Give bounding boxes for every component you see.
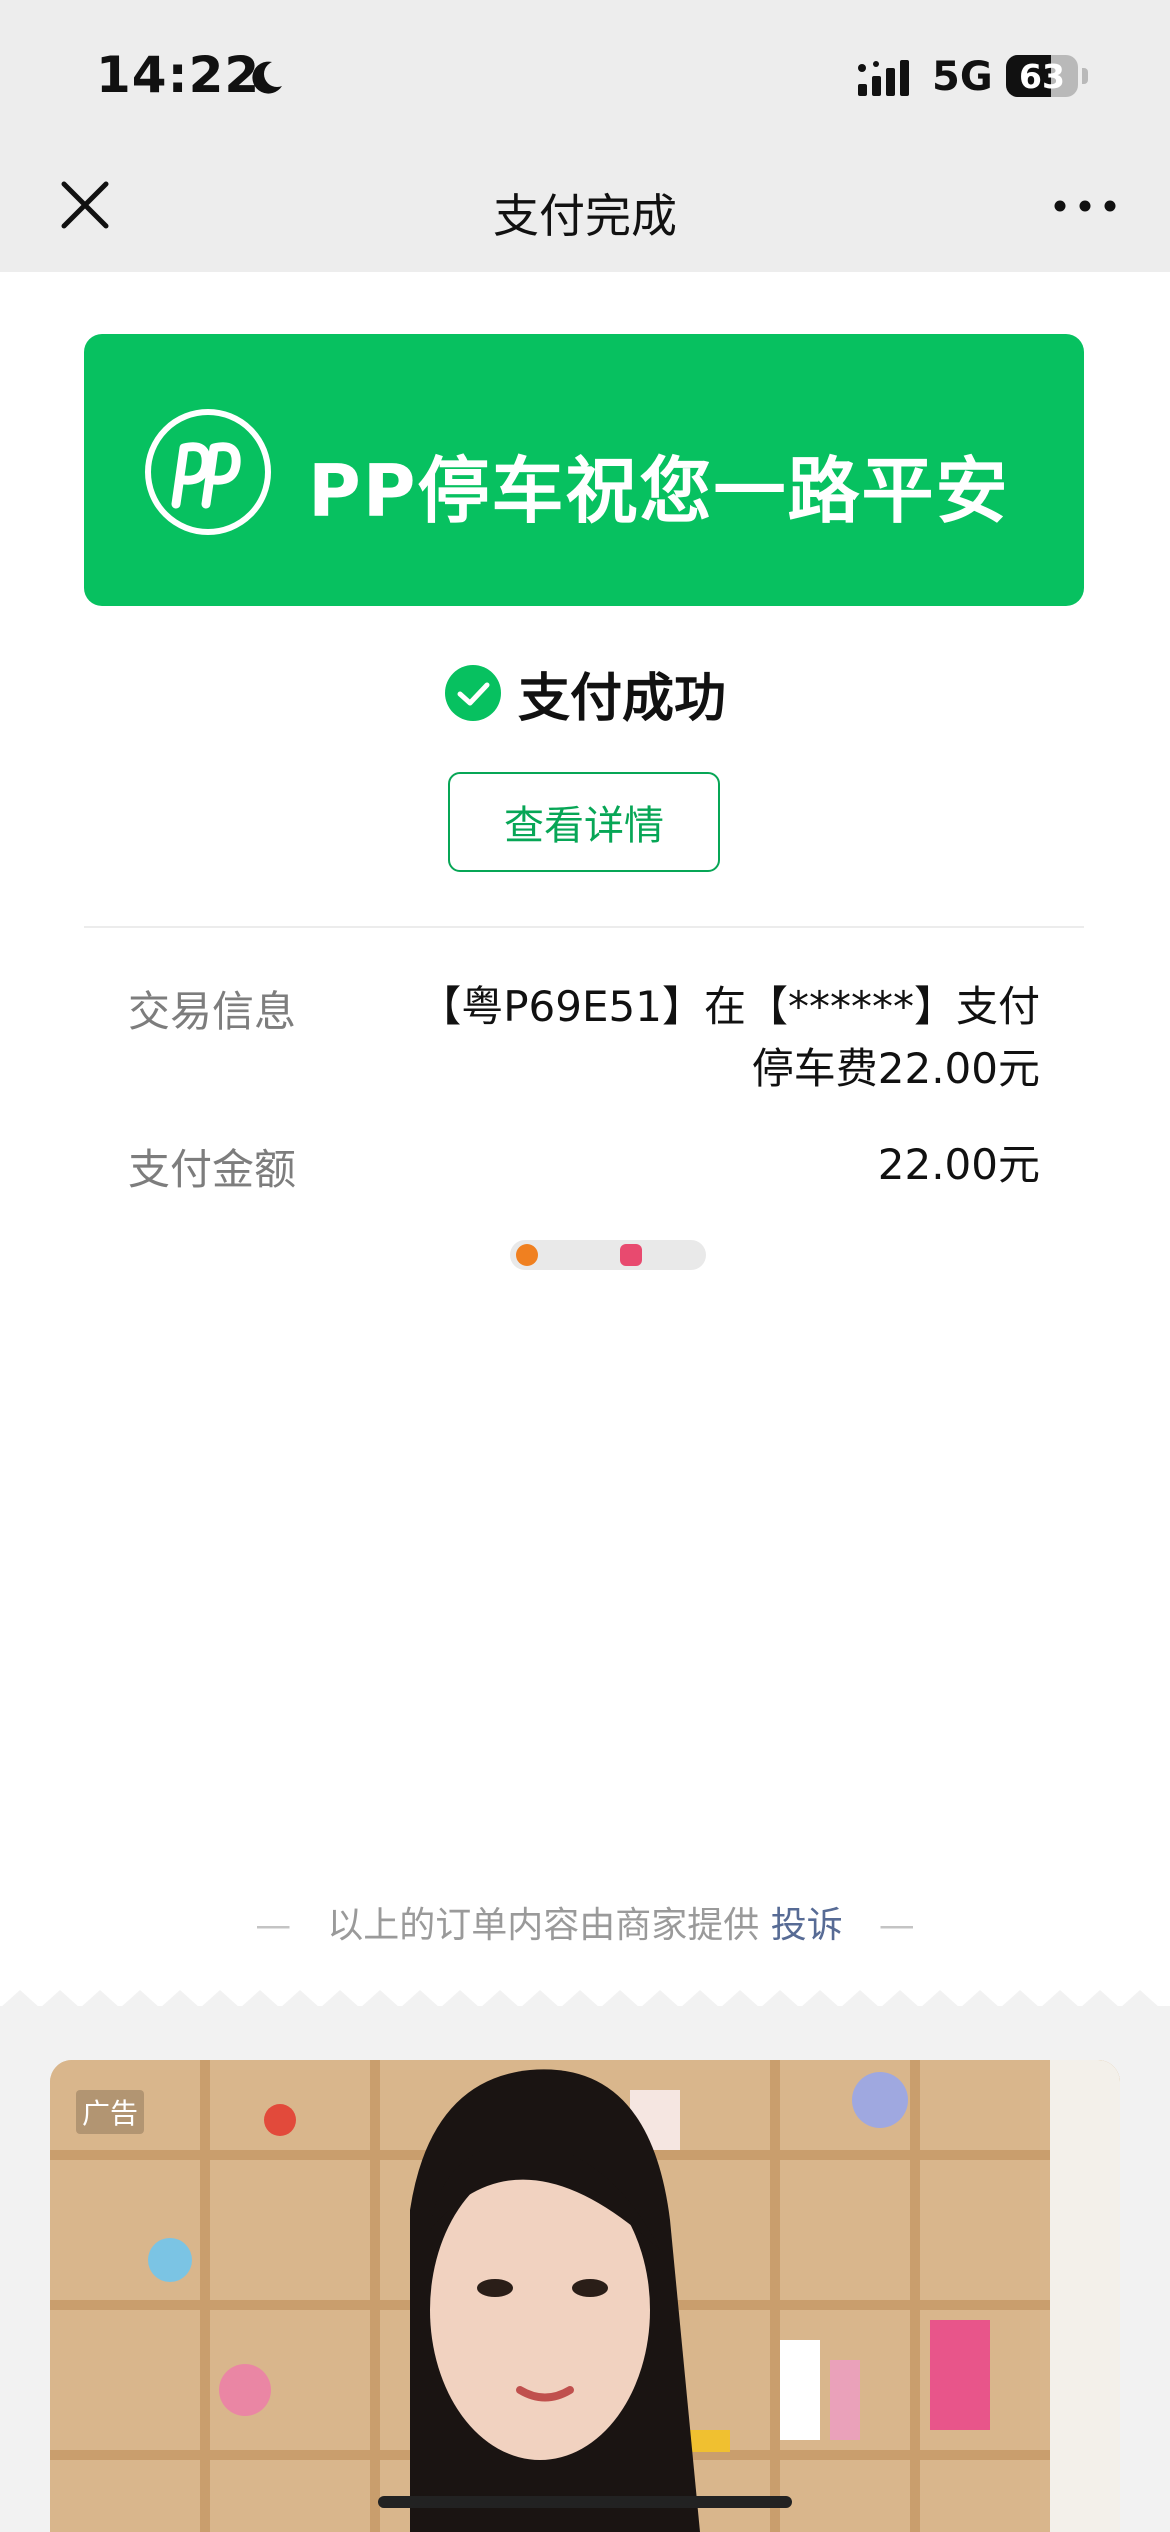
home-indicator[interactable] (378, 2496, 792, 2508)
ad-image (50, 2060, 1120, 2532)
transaction-info-line2: 停车费22.00元 (751, 1044, 1040, 1093)
checkmark-circle-icon (444, 665, 501, 721)
ad-card[interactable]: 广告 (50, 2060, 1120, 2532)
moon-icon (252, 61, 282, 94)
battery-nub (1082, 68, 1088, 84)
merchant-notice-text: 以上的订单内容由商家提供 (327, 1905, 760, 1946)
more-icon[interactable] (1050, 188, 1120, 224)
partner-logo-icon (620, 1244, 642, 1266)
payment-amount-label: 支付金额 (128, 1145, 297, 1194)
top-bar: 14:22 5G 63 支付完成 (0, 0, 1170, 272)
payment-status: 支付成功 (0, 660, 1170, 729)
status-time: 14:22 (96, 46, 261, 104)
transaction-info-value: 【粤P69E51】在【******】支付 停车费22.00元 (340, 976, 1040, 1100)
signal-icon (858, 60, 909, 96)
provider-tag (510, 1240, 706, 1270)
transaction-info-line1: 【粤P69E51】在【******】支付 (419, 982, 1040, 1031)
banner-text: PP停车祝您一路平安 (308, 449, 1010, 533)
zigzag-divider (0, 1990, 1170, 2008)
transaction-info-label: 交易信息 (128, 987, 297, 1036)
complaint-link[interactable]: 投诉 (771, 1905, 843, 1946)
divider (84, 926, 1084, 928)
payment-amount-value: 22.00元 (877, 1140, 1040, 1189)
brand-logo (145, 409, 271, 535)
ad-label: 广告 (76, 2090, 145, 2134)
network-type: 5G (932, 54, 993, 100)
payment-status-text: 支付成功 (517, 668, 726, 729)
view-details-button[interactable]: 查看详情 (448, 772, 720, 872)
battery-level: 63 (1019, 57, 1065, 96)
provider-logo-icon (516, 1244, 538, 1266)
page-title: 支付完成 (493, 189, 677, 243)
merchant-banner: PP停车祝您一路平安 (84, 334, 1084, 606)
ad-section: 广告 (0, 1990, 1170, 2532)
merchant-notice: — 以上的订单内容由商家提供 投诉 — (0, 1896, 1170, 1948)
payment-complete-page: 14:22 5G 63 支付完成 PP停车祝您一路平安 支付成功 查看详情 交易… (0, 0, 1170, 2532)
dash-left: — (255, 1905, 292, 1946)
battery-indicator: 63 (1006, 55, 1078, 97)
dash-right: — (878, 1905, 915, 1946)
